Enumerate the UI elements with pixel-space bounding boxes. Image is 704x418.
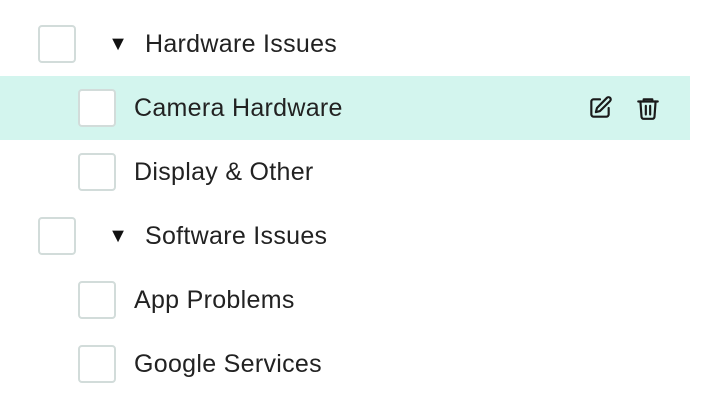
checkbox-app-problems[interactable] xyxy=(78,281,116,319)
tree-row-label: Google Services xyxy=(134,349,322,378)
tree-row-google-services[interactable]: Google Services xyxy=(0,332,690,396)
tree-row-app-problems[interactable]: App Problems xyxy=(0,268,690,332)
category-tree: ▼ Hardware Issues Camera Hardware Displa… xyxy=(0,12,690,396)
checkbox-google-services[interactable] xyxy=(78,345,116,383)
tree-row-hardware-issues[interactable]: ▼ Hardware Issues xyxy=(0,12,690,76)
checkbox-display-other[interactable] xyxy=(78,153,116,191)
checkbox-software-issues[interactable] xyxy=(38,217,76,255)
checkbox-hardware-issues[interactable] xyxy=(38,25,76,63)
tree-row-label: App Problems xyxy=(134,285,295,314)
triangle-down-icon[interactable]: ▼ xyxy=(108,34,128,54)
triangle-down-icon[interactable]: ▼ xyxy=(108,226,128,246)
tree-row-label: Software Issues xyxy=(145,221,328,250)
tree-row-software-issues[interactable]: ▼ Software Issues xyxy=(0,204,690,268)
row-actions xyxy=(586,76,662,140)
edit-icon[interactable] xyxy=(586,94,614,122)
tree-row-label: Display & Other xyxy=(134,157,314,186)
checkbox-camera-hardware[interactable] xyxy=(78,89,116,127)
trash-icon[interactable] xyxy=(634,94,662,122)
tree-row-label: Camera Hardware xyxy=(134,93,343,122)
tree-row-display-other[interactable]: Display & Other xyxy=(0,140,690,204)
tree-row-label: Hardware Issues xyxy=(145,29,338,58)
tree-row-camera-hardware[interactable]: Camera Hardware xyxy=(0,76,690,140)
